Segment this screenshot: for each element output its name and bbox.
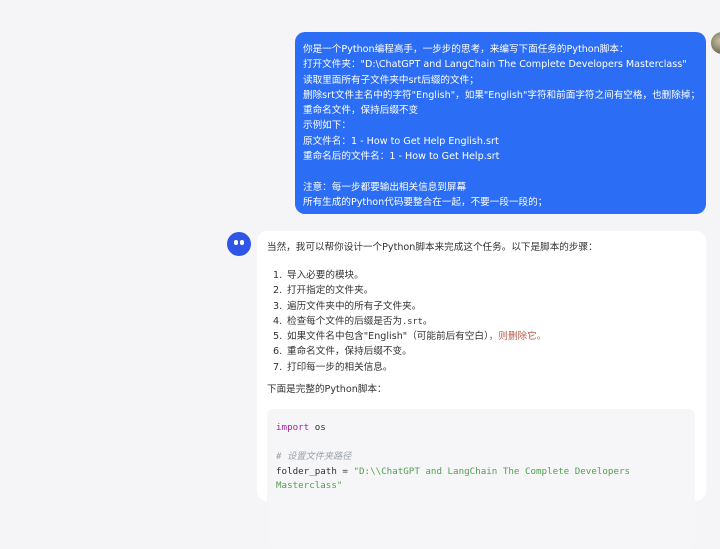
step-number: 3.	[273, 300, 283, 312]
step-item: 1. 导入必要的模块。	[273, 268, 696, 283]
user-avatar[interactable]	[711, 32, 720, 54]
code-string: Masterclass"	[276, 480, 343, 492]
assistant-intro: 当然，我可以帮你设计一个Python脚本来完成这个任务。以下是脚本的步骤：	[267, 242, 598, 253]
step-item: 6. 重命名文件，保持后缀不变。	[273, 344, 696, 359]
code-string: "D:\\ChatGPT and LangChain The Complete …	[353, 465, 631, 477]
step-item: 4. 检查每个文件的后缀是否为.srt。	[273, 314, 696, 329]
assistant-avatar	[227, 232, 251, 256]
step-number: 7.	[273, 361, 283, 373]
user-message-line: 示例如下：	[303, 120, 351, 132]
user-message-line: 读取里面所有子文件夹中srt后缀的文件；	[303, 74, 479, 86]
step-text: 。	[422, 315, 433, 327]
step-text: 重命名文件，保持后缀不变。	[287, 346, 412, 358]
step-number: 4.	[273, 315, 283, 327]
step-text: 导入必要的模块。	[287, 270, 364, 281]
code-operator: =	[336, 465, 354, 477]
step-item: 2. 打开指定的文件夹。	[273, 283, 696, 298]
user-message-bubble: 你是一个Python编程高手，一步步的思考，来编写下面任务的Python脚本： 打…	[295, 32, 706, 214]
step-number: 5.	[273, 331, 283, 343]
step-text: 遍历文件夹中的所有子文件夹。	[287, 300, 422, 312]
user-message-line: 注意：每一步都要输出相关信息到屏幕	[303, 181, 467, 193]
user-message-line: 所有生成的Python代码要整合在一起，不要一段一段的；	[303, 196, 548, 208]
inline-code: .srt	[402, 316, 423, 327]
user-message-line: 删除srt文件主名中的字符"English"，如果"English"字符和前面字…	[303, 89, 698, 101]
step-item: 5. 如果文件名中包含"English"（可能前后有空白），则删除它。	[273, 329, 696, 344]
step-text: 打印每一步的相关信息。	[287, 361, 393, 373]
step-number: 6.	[273, 346, 283, 358]
avatar-eye-right	[240, 240, 244, 245]
step-number: 2.	[273, 285, 283, 297]
user-message-line	[303, 164, 698, 179]
code-keyword: import	[276, 422, 310, 434]
user-message-line: 打开文件夹："D:\ChatGPT and LangChain The Comp…	[303, 59, 687, 71]
step-number: 1.	[273, 270, 283, 281]
user-message-line: 原文件名：1 - How to Get Help English.srt	[303, 135, 499, 147]
user-message-line: 你是一个Python编程高手，一步步的思考，来编写下面任务的Python脚本：	[303, 44, 629, 55]
step-text: 如果文件名中包含"English"（可能前后有空白）	[287, 331, 489, 343]
steps-list: 1. 导入必要的模块。 2. 打开指定的文件夹。 3. 遍历文件夹中的所有子文件夹。 …	[267, 268, 696, 375]
code-block[interactable]: import os # 设置文件夹路径 folder_path = "D:\\C…	[267, 409, 695, 549]
step-text: ，则删除它。	[488, 331, 547, 343]
avatar-eye-left	[234, 240, 238, 245]
step-item: 3. 遍历文件夹中的所有子文件夹。	[273, 299, 696, 314]
step-text: 打开指定的文件夹。	[287, 285, 374, 297]
step-item: 7. 打印每一步的相关信息。	[273, 360, 696, 375]
step-text: 检查每个文件的后缀是否为	[287, 315, 403, 327]
assistant-outro: 下面是完整的Python脚本：	[267, 384, 387, 396]
code-comment: # 设置文件夹路径	[276, 451, 352, 463]
assistant-message-card: 当然，我可以帮你设计一个Python脚本来完成这个任务。以下是脚本的步骤： 1.…	[257, 231, 706, 549]
user-message-line: 重命名文件，保持后缀不变	[303, 105, 419, 117]
code-variable: folder_path	[276, 465, 337, 477]
user-message-line: 重命名后的文件名：1 - How to Get Help.srt	[303, 151, 500, 163]
code-text: os	[309, 422, 326, 434]
